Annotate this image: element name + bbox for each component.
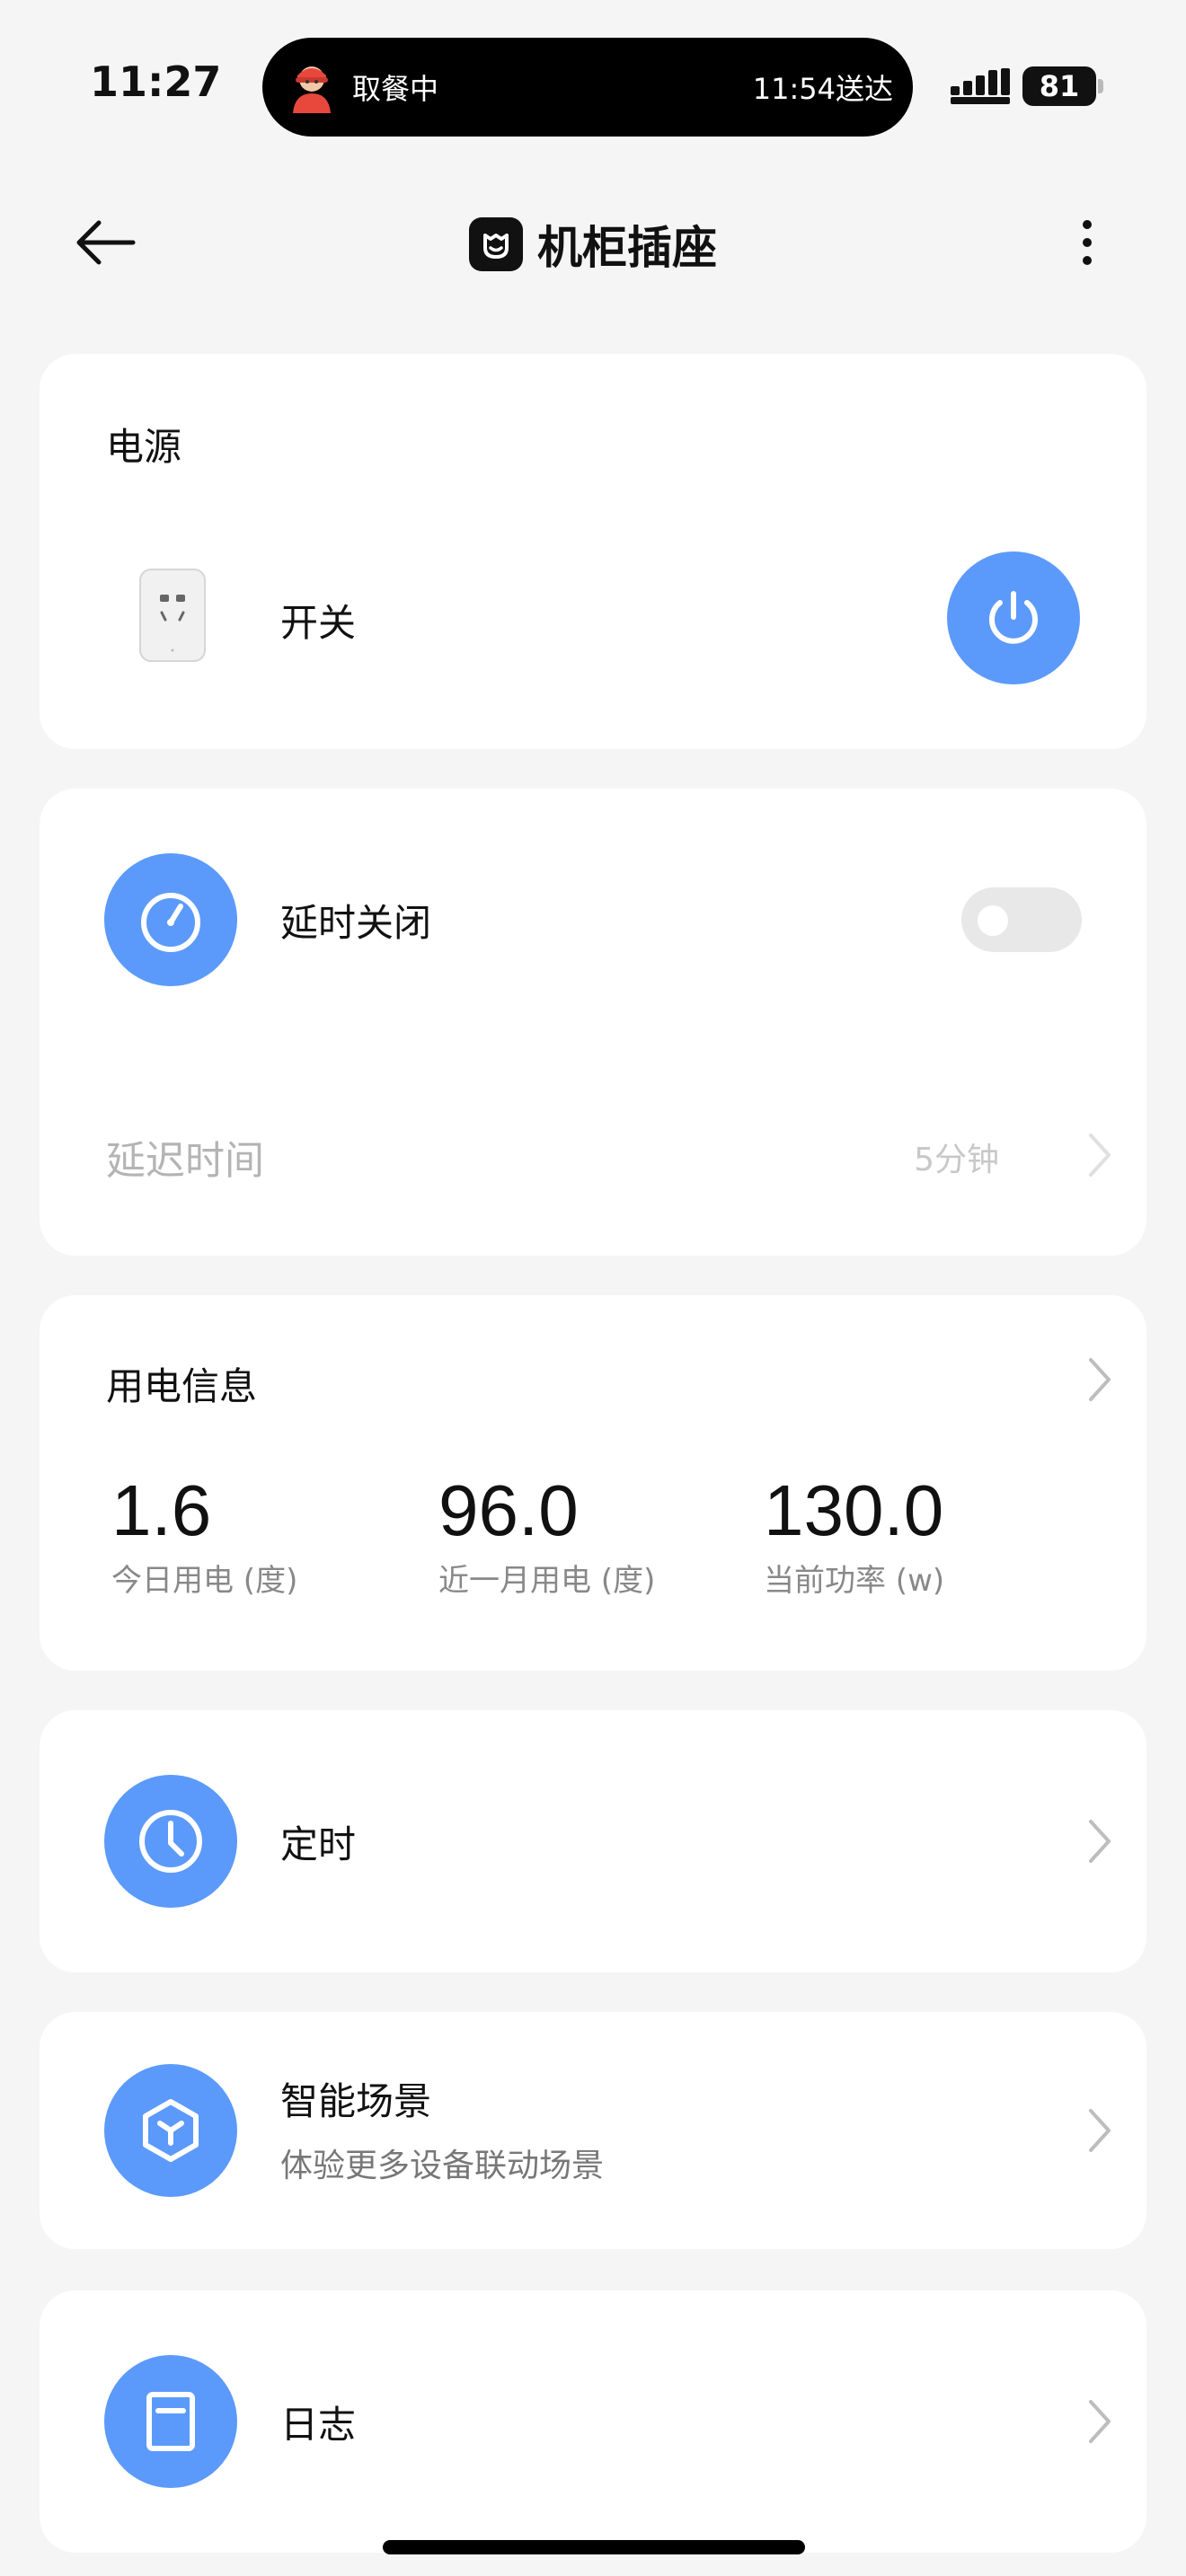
timer-card[interactable]: 定时 (40, 1710, 1146, 1972)
timer-icon-circle (104, 1775, 237, 1908)
stat-month: 96.0 近一月用电 (度) (438, 1468, 655, 1600)
battery-cap (1098, 79, 1103, 93)
stat-value: 1.6 (111, 1470, 212, 1550)
delay-timer-icon-circle (104, 853, 237, 986)
delay-off-label: 延时关闭 (280, 901, 432, 945)
device-page: 11:27 取餐中 11:54送达 81 机柜插座 电源 开关 延时关闭 延迟时… (0, 0, 1186, 2576)
delivery-eta: 11:54送达 (752, 72, 893, 106)
log-card[interactable]: 日志 (40, 2290, 1146, 2553)
chevron-right-icon[interactable] (1082, 1353, 1118, 1407)
socket-device-icon (139, 569, 206, 662)
log-icon-circle (104, 2355, 237, 2488)
delivery-avatar-icon (293, 66, 331, 113)
smart-scene-card[interactable]: 智能场景 体验更多设备联动场景 (40, 2012, 1146, 2249)
stat-label: 当前功率 (w) (764, 1563, 945, 1599)
mi-home-logo-icon (469, 217, 523, 271)
power-card-title: 电源 (106, 425, 182, 469)
header: 机柜插座 (0, 208, 1186, 280)
scene-subtitle: 体验更多设备联动场景 (280, 2148, 605, 2184)
stat-value: 96.0 (438, 1470, 579, 1550)
scene-icon-circle (104, 2064, 237, 2197)
battery-level: 81 (1022, 66, 1096, 106)
stopwatch-icon (141, 893, 200, 952)
chevron-right-icon[interactable] (1082, 1128, 1118, 1182)
log-label: 日志 (280, 2403, 357, 2447)
delay-off-card: 延时关闭 延迟时间 5分钟 (40, 789, 1146, 1256)
power-button[interactable] (947, 551, 1080, 684)
usage-card-title: 用电信息 (106, 1364, 258, 1408)
scene-label: 智能场景 (280, 2079, 432, 2123)
status-time: 11:27 (90, 57, 222, 106)
battery-indicator: 81 (1022, 66, 1105, 106)
clock-icon (139, 1810, 202, 1873)
log-book-icon (146, 2392, 195, 2451)
stat-value: 130.0 (764, 1470, 944, 1550)
switch-label: 开关 (280, 601, 357, 645)
stat-power: 130.0 当前功率 (w) (764, 1468, 944, 1600)
delay-time-value[interactable]: 5分钟 (914, 1134, 999, 1180)
power-card: 电源 开关 (40, 354, 1146, 749)
page-title: 机柜插座 (537, 222, 717, 274)
signal-icon (951, 68, 1010, 104)
power-icon (989, 591, 1038, 644)
home-indicator[interactable] (383, 2540, 805, 2554)
stat-label: 近一月用电 (度) (438, 1563, 656, 1599)
order-status: 取餐中 (352, 72, 439, 106)
dynamic-island[interactable]: 取餐中 11:54送达 (262, 38, 913, 137)
more-options-icon[interactable] (1060, 207, 1114, 278)
chevron-right-icon[interactable] (1082, 1814, 1118, 1868)
timer-label: 定时 (280, 1822, 357, 1866)
delay-off-toggle[interactable] (961, 887, 1082, 952)
hexagon-scene-icon (143, 2099, 199, 2162)
stat-label: 今日用电 (度) (111, 1563, 298, 1599)
toggle-knob (978, 905, 1008, 936)
chevron-right-icon[interactable] (1082, 2395, 1118, 2448)
stat-today: 1.6 今日用电 (度) (111, 1468, 297, 1600)
delay-time-label: 延迟时间 (106, 1138, 264, 1184)
chevron-right-icon[interactable] (1082, 2104, 1118, 2157)
power-usage-card[interactable]: 用电信息 1.6 今日用电 (度) 96.0 近一月用电 (度) 130.0 当… (40, 1295, 1146, 1671)
